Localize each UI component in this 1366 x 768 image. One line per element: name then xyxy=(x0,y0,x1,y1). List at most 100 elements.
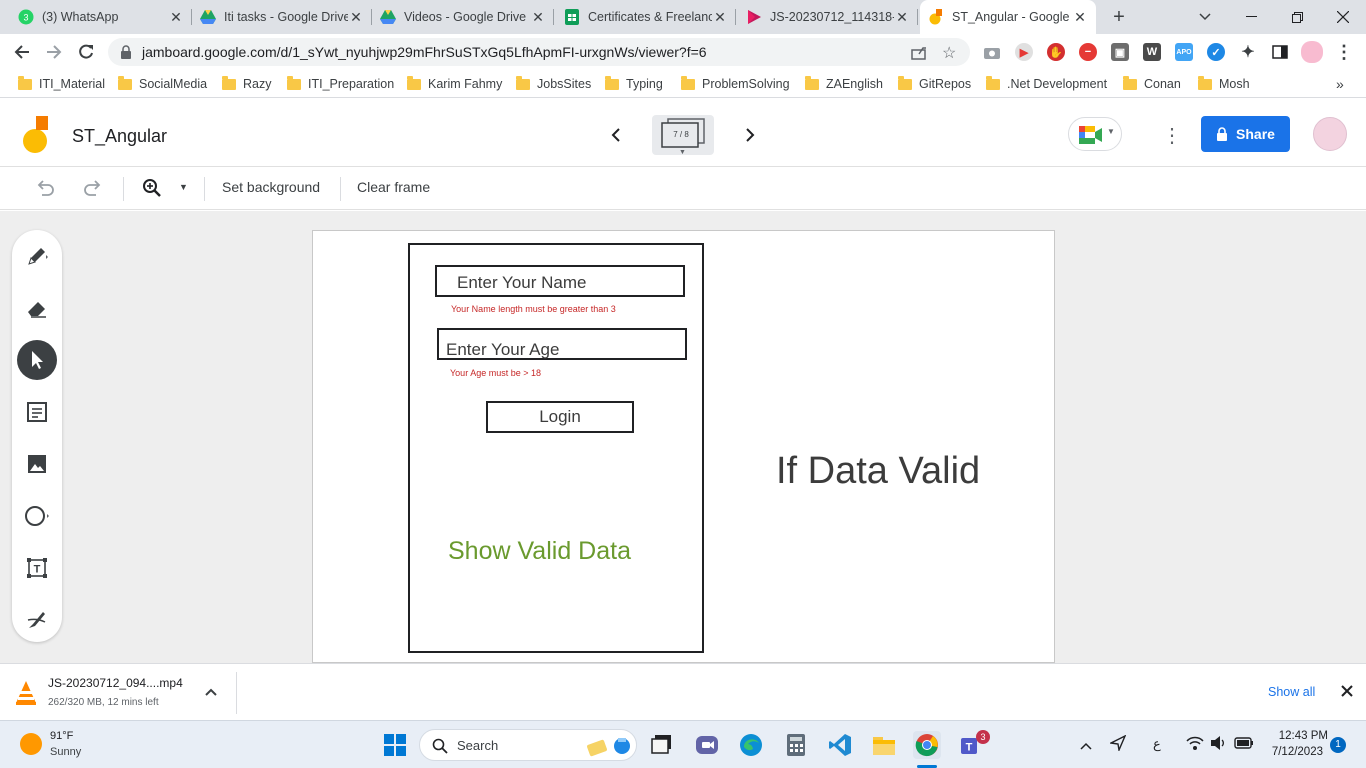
bookmark-folder[interactable]: GitRepos xyxy=(898,75,971,93)
zoom-dropdown-icon[interactable]: ▼ xyxy=(179,182,188,192)
jam-frame[interactable]: Enter Your Name Your Name length must be… xyxy=(312,230,1055,663)
tab-videos[interactable]: Videos - Google Drive ✕ xyxy=(372,0,554,34)
chrome-icon[interactable] xyxy=(913,731,941,759)
circle-shape-icon[interactable] xyxy=(17,496,57,536)
file-explorer-icon[interactable] xyxy=(870,731,898,759)
shield-extension-icon[interactable]: ✓ xyxy=(1207,43,1225,61)
redo-icon[interactable] xyxy=(82,177,104,204)
clock-time[interactable]: 12:43 PM xyxy=(1264,730,1328,742)
close-tab-icon[interactable]: ✕ xyxy=(712,9,728,26)
frame-bar-toggle[interactable]: 7 / 8 ▼ xyxy=(652,115,714,156)
edge-icon[interactable] xyxy=(737,731,765,759)
input-language[interactable]: ع xyxy=(1153,736,1161,752)
close-tab-icon[interactable]: ✕ xyxy=(894,9,910,26)
age-error-text: Your Age must be > 18 xyxy=(450,368,541,378)
bookmark-folder[interactable]: JobsSites xyxy=(516,75,591,93)
vscode-icon[interactable] xyxy=(826,731,854,759)
show-hidden-icons[interactable] xyxy=(1080,737,1092,755)
new-tab-button[interactable]: + xyxy=(1108,6,1130,28)
text-box-icon[interactable]: T xyxy=(17,548,57,588)
bookmark-folder[interactable]: Razy xyxy=(222,75,271,93)
forward-button[interactable] xyxy=(40,38,68,66)
previous-frame-icon[interactable] xyxy=(604,123,628,147)
bookmark-folder[interactable]: Typing xyxy=(605,75,663,93)
adblock-extension-icon[interactable]: ✋ xyxy=(1047,43,1065,61)
bookmark-folder[interactable]: ZAEnglish xyxy=(805,75,883,93)
tab-iti-tasks[interactable]: Iti tasks - Google Drive ✕ xyxy=(192,0,372,34)
bookmark-folder[interactable]: ProblemSolving xyxy=(681,75,790,93)
task-view-icon[interactable] xyxy=(648,731,676,759)
tab-search-icon[interactable] xyxy=(1182,0,1228,34)
laser-pointer-icon[interactable] xyxy=(17,600,57,640)
clear-frame-button[interactable]: Clear frame xyxy=(357,179,430,195)
sticky-note-icon[interactable] xyxy=(17,392,57,432)
taskbar-search[interactable]: Search xyxy=(419,729,637,761)
share-page-icon[interactable] xyxy=(911,44,927,65)
set-background-button[interactable]: Set background xyxy=(222,179,320,195)
close-download-bar-icon[interactable] xyxy=(1340,684,1354,703)
bookmark-folder[interactable]: SocialMedia xyxy=(118,75,207,93)
tab-whatsapp[interactable]: 3 (3) WhatsApp ✕ xyxy=(10,0,192,34)
calculator-icon[interactable] xyxy=(782,731,810,759)
profile-avatar[interactable] xyxy=(1301,41,1323,63)
eraser-tool-icon[interactable] xyxy=(17,288,57,328)
account-avatar[interactable] xyxy=(1313,117,1347,151)
more-bookmarks-icon[interactable]: » xyxy=(1336,75,1344,93)
back-button[interactable] xyxy=(8,38,36,66)
w-extension-icon[interactable]: W xyxy=(1143,43,1161,61)
undo-icon[interactable] xyxy=(34,177,56,204)
blue-extension-icon[interactable]: APO xyxy=(1175,43,1193,61)
sun-icon[interactable] xyxy=(20,733,42,755)
show-all-button[interactable]: Show all xyxy=(1268,685,1315,699)
gray-extension-icon[interactable]: ▣ xyxy=(1111,43,1129,61)
bookmark-folder[interactable]: Conan xyxy=(1123,75,1181,93)
browser-menu-icon[interactable]: ⋮ xyxy=(1335,42,1353,62)
close-tab-icon[interactable]: ✕ xyxy=(530,9,546,26)
clock-date[interactable]: 7/12/2023 xyxy=(1264,746,1323,758)
close-window-button[interactable] xyxy=(1320,0,1366,34)
bookmark-folder[interactable]: ITI_Preparation xyxy=(287,75,394,93)
zoom-icon[interactable] xyxy=(142,178,162,203)
volume-icon[interactable] xyxy=(1210,735,1228,756)
notification-badge[interactable]: 1 xyxy=(1330,737,1346,753)
share-button[interactable]: Share xyxy=(1201,116,1290,152)
block-extension-icon[interactable]: − xyxy=(1079,43,1097,61)
chevron-up-icon[interactable] xyxy=(204,684,218,702)
restore-button[interactable] xyxy=(1274,0,1320,34)
bookmark-folder[interactable]: ITI_Material xyxy=(18,75,105,93)
teams-chat-icon[interactable] xyxy=(693,731,721,759)
add-image-icon[interactable] xyxy=(17,444,57,484)
bookmark-folder[interactable]: .Net Development xyxy=(986,75,1107,93)
bookmark-folder[interactable]: Karim Fahmy xyxy=(407,75,502,93)
wifi-icon[interactable] xyxy=(1186,735,1204,756)
pen-tool-icon[interactable] xyxy=(17,236,57,276)
select-tool-icon[interactable] xyxy=(17,340,57,380)
start-button[interactable] xyxy=(381,731,409,759)
side-panel-icon[interactable] xyxy=(1271,43,1289,61)
more-options-icon[interactable]: ⋮ xyxy=(1162,123,1182,148)
media-extension-icon[interactable]: ▶ xyxy=(1015,43,1033,61)
tab-stream-video[interactable]: JS-20230712_114318- ✕ xyxy=(738,0,918,34)
address-bar[interactable]: jamboard.google.com/d/1_sYwt_nyuhjwp29mF… xyxy=(108,38,970,66)
bookmark-star-icon[interactable]: ☆ xyxy=(942,43,956,63)
close-tab-icon[interactable]: ✕ xyxy=(1072,9,1088,26)
extensions-puzzle-icon[interactable]: ✦ xyxy=(1239,43,1257,61)
next-frame-icon[interactable] xyxy=(738,123,762,147)
close-tab-icon[interactable]: ✕ xyxy=(348,9,364,26)
location-icon[interactable] xyxy=(1108,734,1127,756)
battery-icon[interactable] xyxy=(1234,736,1254,755)
tab-certificates[interactable]: Certificates & Freelance ✕ xyxy=(556,0,736,34)
bookmark-folder[interactable]: Mosh xyxy=(1198,75,1250,93)
weather-temp[interactable]: 91°F xyxy=(50,730,73,742)
meet-button[interactable]: ▼ xyxy=(1068,117,1122,151)
weather-desc[interactable]: Sunny xyxy=(50,746,81,758)
jamboard-logo-icon[interactable] xyxy=(22,116,50,159)
reload-button[interactable] xyxy=(72,38,100,66)
download-filename[interactable]: JS-20230712_094....mp4 xyxy=(48,676,183,690)
tab-st-angular[interactable]: ST_Angular - Google J ✕ xyxy=(920,0,1096,34)
minimize-button[interactable] xyxy=(1228,0,1274,34)
lock-icon[interactable] xyxy=(120,45,132,64)
camera-extension-icon[interactable] xyxy=(983,43,1001,61)
board-title[interactable]: ST_Angular xyxy=(72,126,167,147)
close-tab-icon[interactable]: ✕ xyxy=(168,9,184,26)
